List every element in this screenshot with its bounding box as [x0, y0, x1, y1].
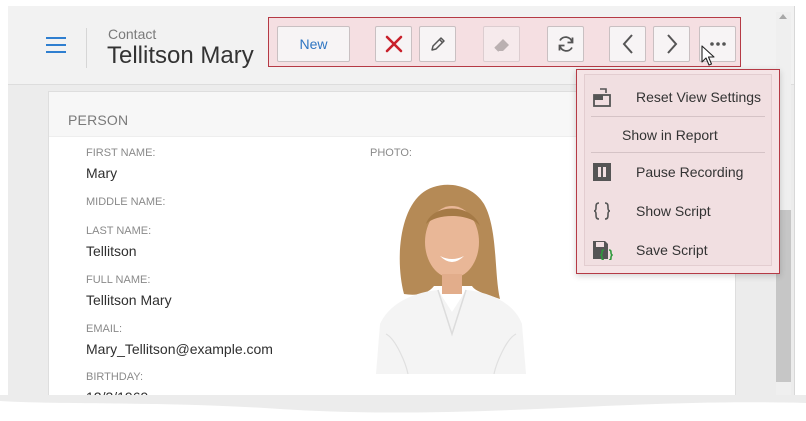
chevron-left-icon — [622, 34, 633, 54]
clear-button[interactable] — [483, 26, 520, 62]
edit-button[interactable] — [419, 26, 456, 62]
last-name-label: LAST NAME: — [86, 225, 152, 237]
menu-item-reset-view-settings[interactable]: Reset View Settings — [585, 79, 771, 115]
menu-divider — [591, 152, 765, 153]
hamburger-menu-icon[interactable] — [46, 37, 66, 53]
scroll-up-arrow-icon[interactable] — [779, 14, 787, 19]
chevron-right-icon — [666, 34, 677, 54]
menu-item-pause-recording[interactable]: Pause Recording — [585, 154, 771, 190]
menu-item-label: Show in Report — [622, 127, 718, 143]
edit-icon — [430, 37, 445, 51]
menu-panel: Reset View Settings Show in Report Pause… — [584, 74, 772, 266]
menu-item-show-in-report[interactable]: Show in Report — [585, 117, 771, 153]
first-name-label: FIRST NAME: — [86, 147, 156, 159]
first-name-value[interactable]: Mary — [86, 165, 117, 181]
menu-item-save-script[interactable]: Save Script — [585, 232, 771, 268]
save-script-icon — [593, 241, 613, 260]
photo-label: PHOTO: — [370, 147, 412, 159]
middle-name-label: MIDDLE NAME: — [86, 196, 166, 208]
birthday-label: BIRTHDAY: — [86, 371, 144, 383]
next-button[interactable] — [653, 26, 690, 62]
delete-button[interactable] — [375, 26, 412, 62]
view-caption: Contact — [108, 26, 157, 42]
mouse-cursor-icon — [701, 45, 715, 66]
person-photo[interactable] — [376, 174, 526, 374]
section-title: PERSON — [68, 112, 129, 128]
menu-item-label: Pause Recording — [636, 164, 744, 180]
last-name-value[interactable]: Tellitson — [86, 243, 137, 259]
new-button[interactable]: New — [277, 26, 350, 62]
delete-icon — [385, 35, 402, 53]
torn-edge-decoration — [0, 395, 806, 413]
page-title: Tellitson Mary — [107, 42, 254, 69]
menu-item-show-script[interactable]: Show Script — [585, 193, 771, 229]
refresh-icon — [558, 36, 573, 52]
braces-icon — [593, 202, 611, 220]
previous-button[interactable] — [609, 26, 646, 62]
menu-item-label: Save Script — [636, 242, 708, 258]
menu-item-label: Reset View Settings — [636, 89, 762, 105]
full-name-label: FULL NAME: — [86, 274, 151, 286]
full-name-value[interactable]: Tellitson Mary — [86, 292, 172, 308]
toolbar: New — [268, 17, 741, 67]
email-value[interactable]: Mary_Tellitson@example.com — [86, 341, 273, 357]
email-label: EMAIL: — [86, 323, 123, 335]
eraser-icon — [493, 39, 509, 52]
reset-view-icon — [593, 88, 611, 107]
header-divider — [86, 28, 87, 68]
pause-icon — [593, 163, 611, 181]
menu-item-label: Show Script — [636, 203, 711, 219]
refresh-button[interactable] — [547, 26, 584, 62]
more-actions-menu: Reset View Settings Show in Report Pause… — [576, 69, 780, 274]
